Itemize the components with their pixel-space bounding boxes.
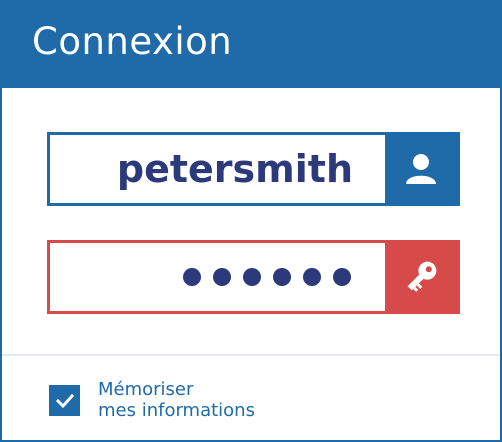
username-value[interactable]: petersmith <box>117 135 353 203</box>
password-dot <box>303 268 321 286</box>
header-bar: Connexion <box>2 2 500 88</box>
username-field[interactable]: petersmith <box>47 132 460 206</box>
divider <box>2 354 500 356</box>
page-title: Connexion <box>32 20 233 63</box>
password-dot <box>333 268 351 286</box>
user-icon <box>406 154 436 184</box>
password-field[interactable] <box>47 240 460 314</box>
remember-label-line2: mes informations <box>98 400 255 421</box>
key-icon-box <box>385 243 457 311</box>
remember-checkbox[interactable] <box>49 385 80 416</box>
password-masked-value[interactable] <box>183 243 351 311</box>
password-dot <box>213 268 231 286</box>
remember-label[interactable]: Mémoriser mes informations <box>98 379 255 421</box>
key-icon <box>407 261 437 292</box>
user-icon-box <box>385 135 457 203</box>
remember-label-line1: Mémoriser <box>98 379 194 400</box>
login-card: Connexion petersmith Mémoriser mes infor… <box>0 0 502 442</box>
checkmark-icon <box>55 393 74 408</box>
password-dot <box>273 268 291 286</box>
password-dot <box>183 268 201 286</box>
password-dot <box>243 268 261 286</box>
